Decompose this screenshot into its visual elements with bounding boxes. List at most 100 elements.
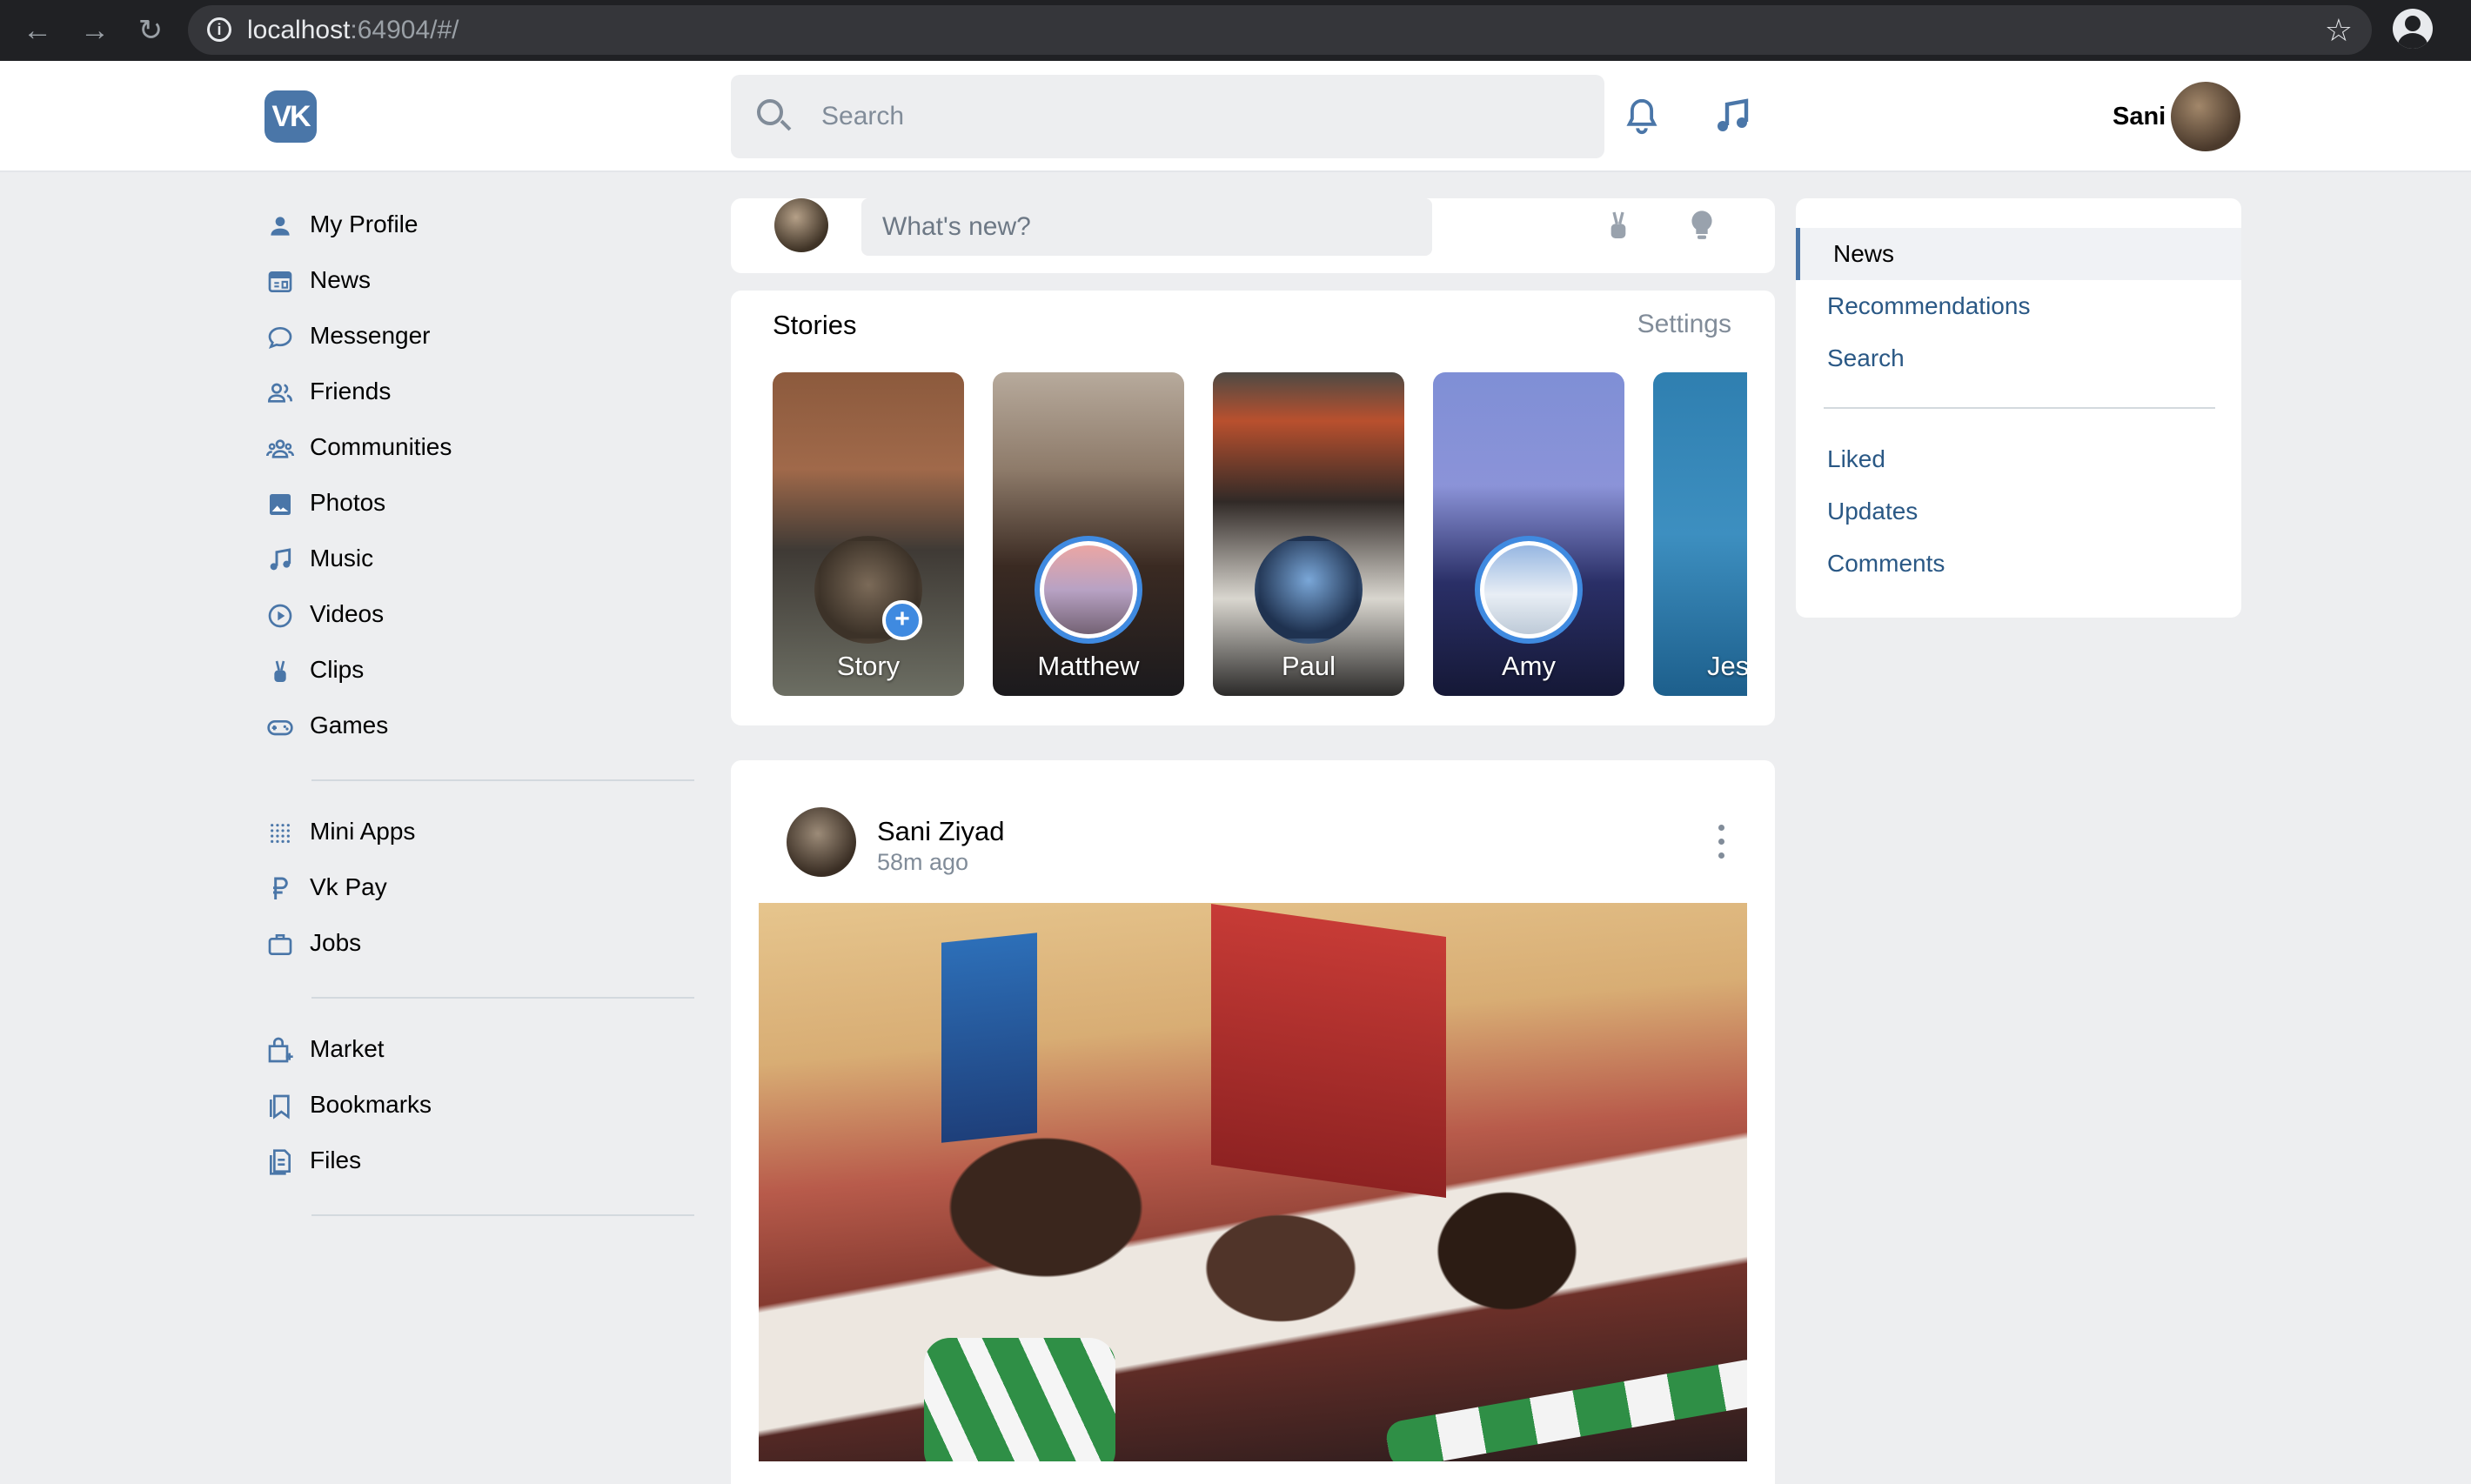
more-options-icon[interactable]	[1716, 825, 1726, 859]
filter-label: Recommendations	[1827, 292, 2031, 319]
nav-item-games[interactable]: Games	[263, 699, 694, 755]
nav-item-communities[interactable]: Communities	[263, 421, 694, 477]
left-sidebar: My Profile News Messenger Friends Commun…	[263, 198, 694, 1240]
nav-divider	[311, 997, 694, 999]
story-name: Matthew	[1037, 651, 1140, 681]
stories-settings-link[interactable]: Settings	[1637, 310, 1731, 339]
story-name: Paul	[1281, 651, 1336, 681]
filter-label: Updates	[1827, 498, 1919, 525]
nav-label: Market	[310, 1035, 385, 1062]
nav-item-messenger[interactable]: Messenger	[263, 310, 694, 365]
filter-item-news[interactable]: News	[1796, 228, 2241, 280]
vk-logo[interactable]: VK	[265, 90, 317, 143]
nav-label: Messenger	[310, 322, 431, 349]
nav-item-mini-apps[interactable]: Mini Apps	[263, 806, 694, 861]
market-bag-icon	[268, 1037, 293, 1063]
reload-icon[interactable]: ↻	[129, 9, 172, 52]
photo-scarf	[924, 1338, 1115, 1461]
nav-item-photos[interactable]: Photos	[263, 477, 694, 532]
header-avatar[interactable]	[2171, 82, 2240, 151]
story-item[interactable]: Matthew	[993, 372, 1184, 696]
stories-card: Stories Settings + Story Matthew Paul Am…	[731, 291, 1775, 725]
lightbulb-icon[interactable]	[1684, 204, 1719, 247]
filter-item-comments[interactable]: Comments	[1796, 538, 2241, 590]
story-item[interactable]: Amy	[1433, 372, 1624, 696]
story-name: Story	[836, 651, 901, 681]
nav-label: Clips	[310, 656, 365, 683]
clips-icon[interactable]	[1601, 204, 1636, 247]
post-author-name[interactable]: Sani Ziyad	[877, 816, 1004, 847]
whats-new-input[interactable]	[861, 198, 1432, 256]
play-circle-icon	[268, 604, 292, 628]
file-icon	[270, 1149, 291, 1175]
nav-label: Music	[310, 545, 374, 572]
post-timestamp[interactable]: 58m ago	[877, 849, 968, 876]
filter-item-updates[interactable]: Updates	[1796, 485, 2241, 538]
stories-title: Stories	[773, 310, 857, 340]
photo-scarf	[1383, 1357, 1747, 1461]
nav-item-news[interactable]: News	[263, 254, 694, 310]
photo-icon	[270, 494, 291, 515]
nav-label: Files	[310, 1146, 362, 1173]
gamepad-icon	[267, 720, 293, 736]
nav-item-music[interactable]: Music	[263, 532, 694, 588]
friends-icon	[267, 383, 292, 403]
add-story-icon[interactable]: +	[882, 600, 922, 640]
post-author-avatar[interactable]	[787, 807, 856, 877]
nav-item-jobs[interactable]: Jobs	[263, 917, 694, 973]
filter-item-liked[interactable]: Liked	[1796, 433, 2241, 485]
filter-item-recommendations[interactable]: Recommendations	[1796, 280, 2241, 332]
forward-icon[interactable]: →	[73, 9, 117, 52]
nav-item-files[interactable]: Files	[263, 1134, 694, 1190]
header-user-name[interactable]: Sani	[2113, 103, 2166, 131]
story-item[interactable]: Jessica	[1653, 372, 1747, 696]
nav-label: Communities	[310, 433, 452, 460]
nav-item-friends[interactable]: Friends	[263, 365, 694, 421]
browser-toolbar: ← → ↻ i localhost:64904/#/ ☆ ⋮	[0, 0, 2471, 61]
browser-menu-icon[interactable]: ⋮	[2459, 3, 2471, 32]
nav-divider	[311, 779, 694, 781]
nav-item-market[interactable]: Market	[263, 1023, 694, 1079]
story-name: Jessica	[1707, 651, 1747, 681]
apps-grid-icon	[271, 824, 290, 843]
story-avatar	[1255, 536, 1363, 644]
nav-label: Mini Apps	[310, 818, 416, 845]
bookmark-icon	[270, 1094, 290, 1120]
search-bar[interactable]	[731, 75, 1604, 158]
nav-label: Vk Pay	[310, 873, 387, 900]
nav-label: Videos	[310, 600, 385, 627]
post-photo[interactable]	[759, 903, 1747, 1461]
person-icon	[271, 217, 290, 236]
story-item[interactable]: + Story	[773, 372, 964, 696]
ruble-icon	[273, 877, 288, 899]
nav-label: My Profile	[310, 211, 419, 237]
filter-item-search[interactable]: Search	[1796, 332, 2241, 384]
search-input[interactable]	[821, 96, 1570, 137]
nav-label: Bookmarks	[310, 1091, 432, 1118]
bookmark-star-icon[interactable]: ☆	[2325, 12, 2353, 49]
back-icon[interactable]: ←	[16, 9, 59, 52]
nav-item-my-profile[interactable]: My Profile	[263, 198, 694, 254]
nav-item-vk-pay[interactable]: Vk Pay	[263, 861, 694, 917]
composer-avatar	[774, 198, 828, 252]
music-player-icon[interactable]	[1711, 96, 1754, 137]
chat-bubble-icon	[268, 326, 292, 349]
post-composer	[731, 198, 1775, 273]
clips-icon	[274, 660, 286, 682]
search-icon	[757, 99, 783, 125]
nav-label: News	[310, 266, 372, 293]
nav-label: Jobs	[310, 929, 362, 956]
bell-icon[interactable]	[1622, 96, 1662, 137]
url-text[interactable]: localhost:64904/#/	[247, 16, 459, 45]
nav-item-videos[interactable]: Videos	[263, 588, 694, 644]
photo-banner-blue	[941, 933, 1037, 1143]
story-name: Amy	[1502, 651, 1556, 681]
browser-account-icon[interactable]	[2393, 9, 2433, 49]
site-info-icon[interactable]: i	[207, 17, 231, 42]
address-bar[interactable]: i localhost:64904/#/ ☆	[188, 5, 2372, 55]
story-item[interactable]: Paul	[1213, 372, 1404, 696]
filter-divider	[1824, 407, 2215, 409]
nav-item-clips[interactable]: Clips	[263, 644, 694, 699]
nav-label: Games	[310, 712, 389, 739]
nav-item-bookmarks[interactable]: Bookmarks	[263, 1079, 694, 1134]
